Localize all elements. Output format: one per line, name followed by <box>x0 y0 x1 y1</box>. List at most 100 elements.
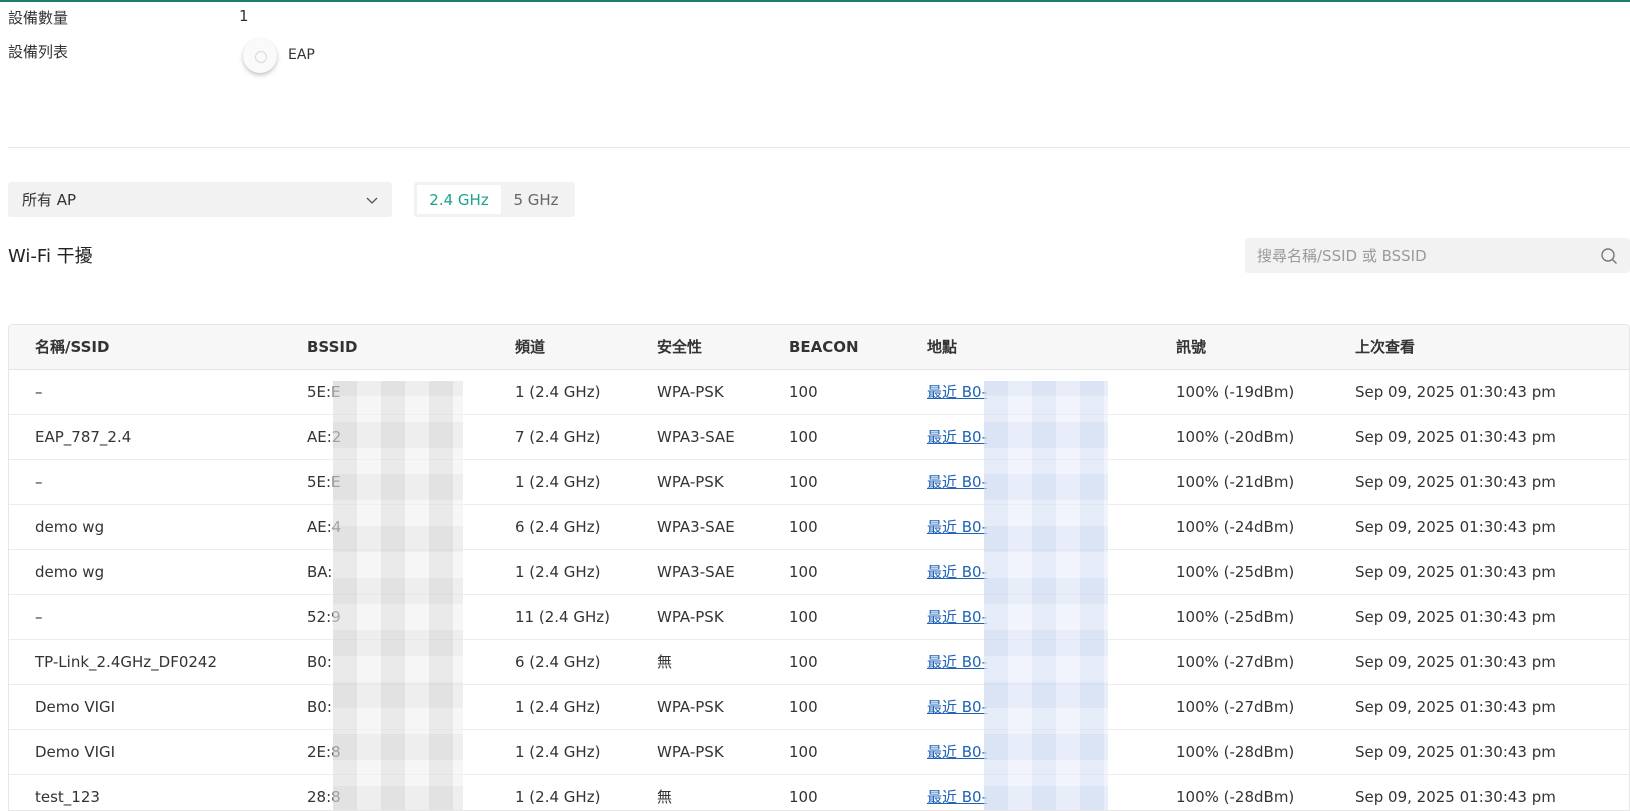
cell-security: WPA-PSK <box>657 743 724 761</box>
cell-signal: 100% (-27dBm) <box>1176 653 1295 671</box>
cell-bssid: BA: <box>307 563 333 581</box>
table-header: 名稱/SSID BSSID 頻道 安全性 BEACON 地點 訊號 上次查看 <box>9 325 1629 370</box>
cell-security: 無 <box>657 653 673 671</box>
cell-last-seen: Sep 09, 2025 01:30:43 pm <box>1355 698 1556 716</box>
section-title: Wi-Fi 干擾 <box>8 246 93 267</box>
cell-security: WPA3-SAE <box>657 518 735 536</box>
search-input[interactable]: 搜尋名稱/SSID 或 BSSID <box>1257 245 1427 266</box>
cell-security: WPA-PSK <box>657 473 724 491</box>
cell-channel: 1 (2.4 GHz) <box>515 473 601 491</box>
cell-last-seen: Sep 09, 2025 01:30:43 pm <box>1355 788 1556 806</box>
table-row[interactable]: demo wg BA: 1 (2.4 GHz) WPA3-SAE 100 最近 B0- 10… <box>9 550 1629 595</box>
device-name[interactable]: EAP <box>288 47 315 63</box>
cell-signal: 100% (-25dBm) <box>1176 563 1295 581</box>
cell-beacon: 100 <box>789 428 818 446</box>
location-link[interactable]: 最近 B0- <box>927 415 987 459</box>
bssid-redaction-overlay <box>333 381 463 810</box>
device-count-value: 1 <box>239 7 249 25</box>
header-security[interactable]: 安全性 <box>657 325 702 369</box>
location-redaction-overlay <box>984 381 1108 810</box>
cell-bssid: B0: <box>307 653 332 671</box>
cell-beacon: 100 <box>789 563 818 581</box>
cell-bssid: B0: <box>307 698 332 716</box>
cell-signal: 100% (-19dBm) <box>1176 383 1295 401</box>
table-row[interactable]: –5E:E 1 (2.4 GHz) WPA-PSK 100 最近 B0- 100% (-2… <box>9 460 1629 505</box>
location-link[interactable]: 最近 B0- <box>927 460 987 504</box>
cell-security: 無 <box>657 788 673 806</box>
cell-security: WPA-PSK <box>657 698 724 716</box>
search-icon[interactable] <box>1600 247 1618 265</box>
location-link[interactable]: 最近 B0- <box>927 685 987 729</box>
cell-channel: 1 (2.4 GHz) <box>515 383 601 401</box>
cell-channel: 6 (2.4 GHz) <box>515 518 601 536</box>
cell-ssid: – <box>35 608 43 626</box>
freq-24-button[interactable]: 2.4 GHz <box>417 185 501 214</box>
cell-signal: 100% (-24dBm) <box>1176 518 1295 536</box>
table-row[interactable]: –5E:E 1 (2.4 GHz) WPA-PSK 100 最近 B0- 100% (-1… <box>9 370 1629 415</box>
cell-signal: 100% (-20dBm) <box>1176 428 1295 446</box>
cell-beacon: 100 <box>789 698 818 716</box>
cell-ssid: EAP_787_2.4 <box>35 428 132 446</box>
cell-security: WPA3-SAE <box>657 428 735 446</box>
header-last-seen[interactable]: 上次查看 <box>1355 325 1415 369</box>
header-location[interactable]: 地點 <box>927 325 957 369</box>
eap-device-icon[interactable] <box>243 39 277 73</box>
table-row[interactable]: –52:9 11 (2.4 GHz) WPA-PSK 100 最近 B0- 100% (-… <box>9 595 1629 640</box>
table-body: –5E:E 1 (2.4 GHz) WPA-PSK 100 最近 B0- 100% (-1… <box>9 370 1629 810</box>
table-row[interactable]: TP-Link_2.4GHz_DF0242 B0: 6 (2.4 GHz) 無 100 最… <box>9 640 1629 685</box>
header-ssid[interactable]: 名稱/SSID <box>35 325 109 369</box>
cell-ssid: demo wg <box>35 518 105 536</box>
cell-signal: 100% (-25dBm) <box>1176 608 1295 626</box>
cell-channel: 1 (2.4 GHz) <box>515 788 601 806</box>
ap-select-value: 所有 AP <box>22 191 77 209</box>
cell-last-seen: Sep 09, 2025 01:30:43 pm <box>1355 563 1556 581</box>
cell-last-seen: Sep 09, 2025 01:30:43 pm <box>1355 428 1556 446</box>
header-signal[interactable]: 訊號 <box>1176 325 1206 369</box>
cell-security: WPA-PSK <box>657 608 724 626</box>
cell-last-seen: Sep 09, 2025 01:30:43 pm <box>1355 653 1556 671</box>
cell-signal: 100% (-28dBm) <box>1176 788 1295 806</box>
table-row[interactable]: demo wg AE:4 6 (2.4 GHz) WPA3-SAE 100 最近 B0- 1… <box>9 505 1629 550</box>
cell-ssid: – <box>35 383 43 401</box>
cell-beacon: 100 <box>789 653 818 671</box>
freq-5-button[interactable]: 5 GHz <box>501 185 571 214</box>
search-field[interactable]: 搜尋名稱/SSID 或 BSSID <box>1245 238 1630 273</box>
cell-last-seen: Sep 09, 2025 01:30:43 pm <box>1355 608 1556 626</box>
table-row[interactable]: Demo VIGI B0: 1 (2.4 GHz) WPA-PSK 100 最近 B0- 1… <box>9 685 1629 730</box>
cell-beacon: 100 <box>789 788 818 806</box>
location-link[interactable]: 最近 B0- <box>927 775 987 810</box>
table-row[interactable]: Demo VIGI 2E:8 1 (2.4 GHz) WPA-PSK 100 最近 B0-… <box>9 730 1629 775</box>
cell-last-seen: Sep 09, 2025 01:30:43 pm <box>1355 743 1556 761</box>
cell-ssid: TP-Link_2.4GHz_DF0242 <box>35 653 217 671</box>
cell-ssid: test_123 <box>35 788 100 806</box>
cell-signal: 100% (-21dBm) <box>1176 473 1295 491</box>
header-beacon[interactable]: BEACON <box>789 325 859 369</box>
device-count-label: 設備數量 <box>8 9 69 27</box>
header-channel[interactable]: 頻道 <box>515 325 545 369</box>
cell-beacon: 100 <box>789 383 818 401</box>
header-bssid[interactable]: BSSID <box>307 325 357 369</box>
location-link[interactable]: 最近 B0- <box>927 550 987 594</box>
location-link[interactable]: 最近 B0- <box>927 370 987 414</box>
ap-select[interactable]: 所有 AP <box>8 182 392 217</box>
cell-last-seen: Sep 09, 2025 01:30:43 pm <box>1355 473 1556 491</box>
chevron-down-icon <box>366 197 378 204</box>
cell-channel: 6 (2.4 GHz) <box>515 653 601 671</box>
cell-channel: 7 (2.4 GHz) <box>515 428 601 446</box>
cell-beacon: 100 <box>789 473 818 491</box>
cell-ssid: – <box>35 473 43 491</box>
cell-last-seen: Sep 09, 2025 01:30:43 pm <box>1355 518 1556 536</box>
cell-channel: 1 (2.4 GHz) <box>515 563 601 581</box>
cell-signal: 100% (-28dBm) <box>1176 743 1295 761</box>
cell-ssid: Demo VIGI <box>35 698 116 716</box>
device-list-label: 設備列表 <box>8 43 69 61</box>
location-link[interactable]: 最近 B0- <box>927 640 987 684</box>
cell-security: WPA-PSK <box>657 383 724 401</box>
location-link[interactable]: 最近 B0- <box>927 730 987 774</box>
cell-security: WPA3-SAE <box>657 563 735 581</box>
location-link[interactable]: 最近 B0- <box>927 595 987 639</box>
table-row[interactable]: test_123 28:8 1 (2.4 GHz) 無 100 最近 B0- 100% (-… <box>9 775 1629 810</box>
location-link[interactable]: 最近 B0- <box>927 505 987 549</box>
frequency-toggle: 2.4 GHz 5 GHz <box>414 182 575 217</box>
table-row[interactable]: EAP_787_2.4 AE:2 7 (2.4 GHz) WPA3-SAE 100 最近 … <box>9 415 1629 460</box>
